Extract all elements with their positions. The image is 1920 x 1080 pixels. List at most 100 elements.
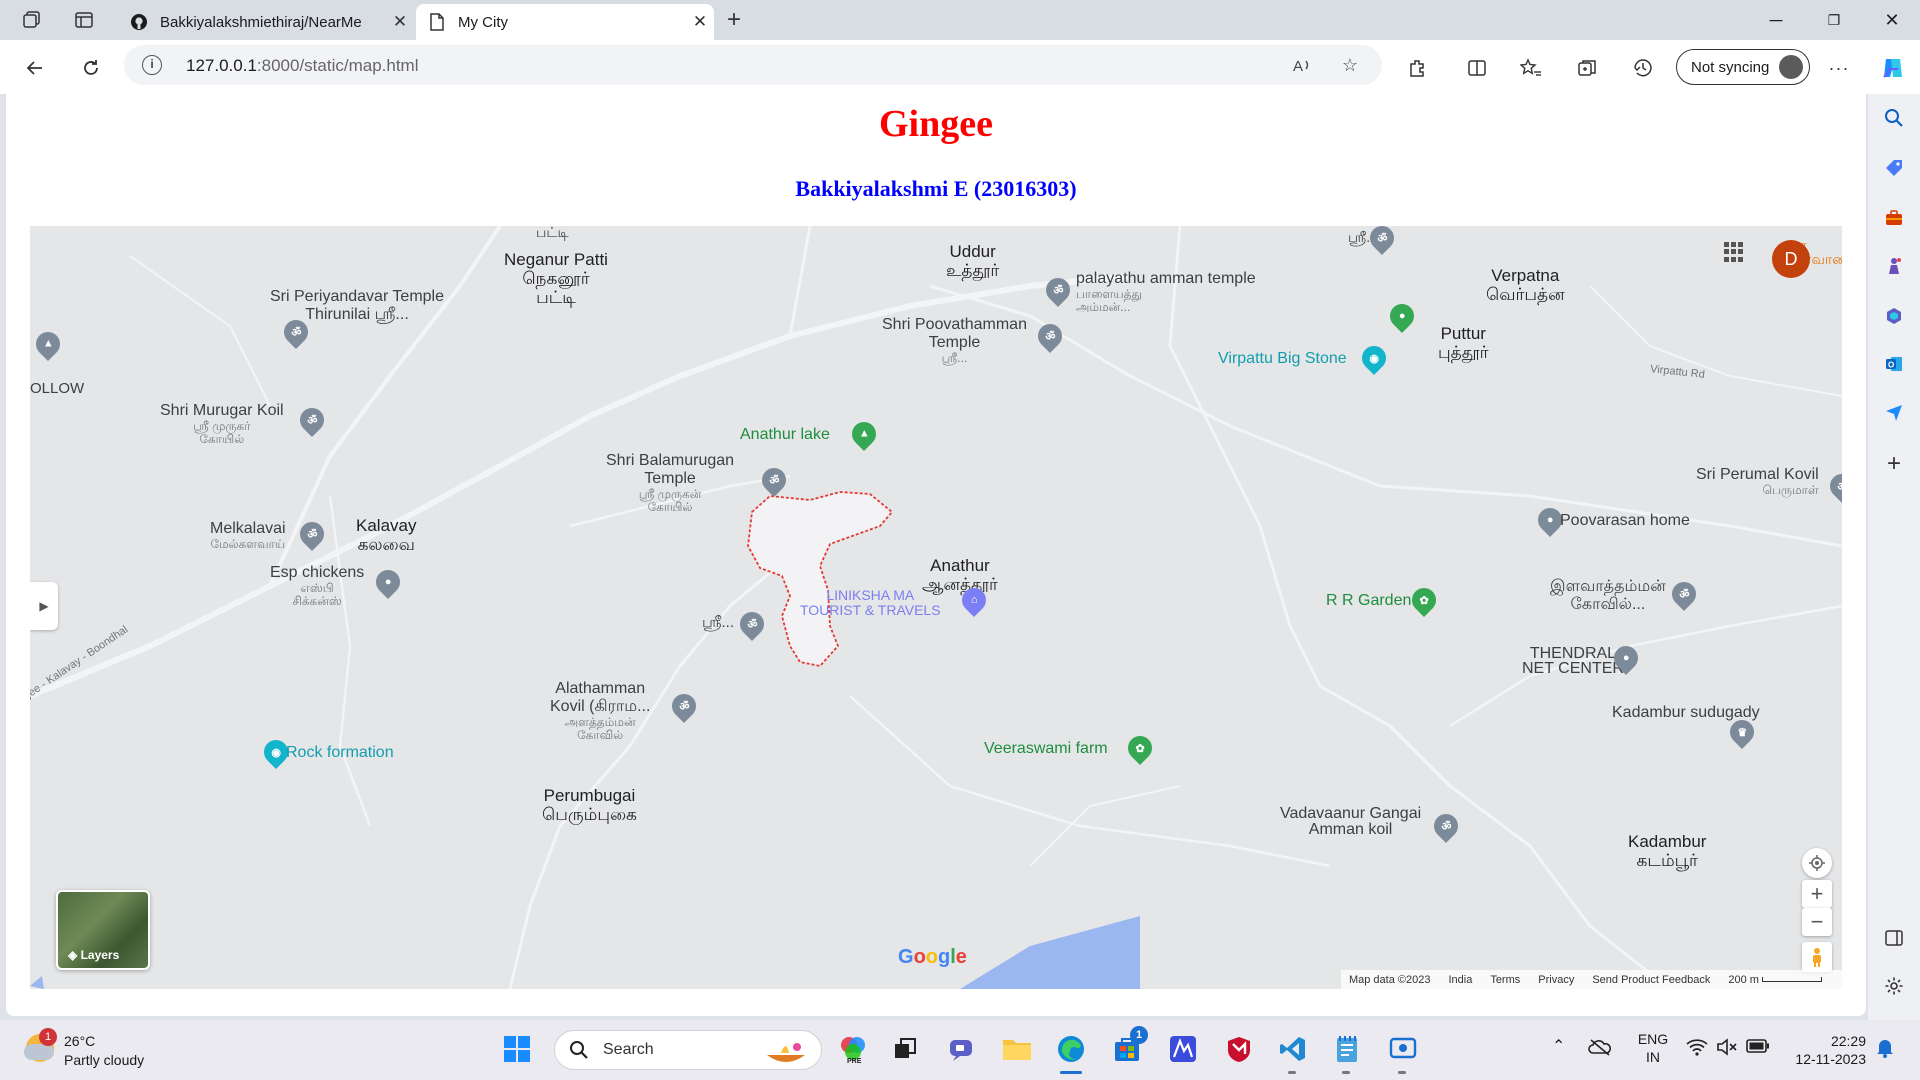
back-icon[interactable] xyxy=(20,53,50,83)
poi-label[interactable]: Veeraswami farm xyxy=(984,740,1108,758)
poi-label[interactable]: Shri Murugar Koil ஸ்ரீ முருகர் கோயில் xyxy=(160,402,284,446)
search-icon[interactable] xyxy=(1882,106,1906,130)
poi-label[interactable]: palayathu amman temple பாளையத்து அம்மன்.… xyxy=(1076,270,1256,314)
browser-essentials-icon[interactable] xyxy=(1628,53,1658,83)
poi-label[interactable]: Sri Perumal Kovil பெருமாள் xyxy=(1696,466,1819,497)
microsoft-store-icon[interactable]: 1 xyxy=(1110,1026,1148,1066)
battery-icon[interactable] xyxy=(1746,1039,1770,1056)
read-aloud-icon[interactable]: A xyxy=(1290,53,1314,77)
games-icon[interactable] xyxy=(1882,254,1906,278)
poi-label[interactable]: இளவாத்தம்மன் கோவில்... xyxy=(1550,578,1666,614)
shopping-tag-icon[interactable] xyxy=(1882,156,1906,180)
poi-label[interactable]: Rock formation xyxy=(286,744,394,762)
scale-bar[interactable]: 200 m xyxy=(1728,974,1822,986)
volume-muted-icon[interactable] xyxy=(1716,1038,1738,1059)
workspaces-icon[interactable] xyxy=(20,8,44,32)
poi-label[interactable]: Virpattu Big Stone xyxy=(1218,350,1347,368)
onedrive-offline-icon[interactable] xyxy=(1588,1038,1612,1059)
new-tab-icon[interactable]: + xyxy=(722,6,746,33)
google-apps-icon[interactable] xyxy=(1724,242,1744,262)
poi-label[interactable]: Anathur lake xyxy=(740,426,830,444)
sync-button[interactable]: Not syncing xyxy=(1676,49,1810,85)
copilot-pre-icon[interactable]: PRE xyxy=(836,1032,870,1066)
account-avatar[interactable]: D xyxy=(1772,240,1810,278)
close-icon[interactable]: ✕ xyxy=(686,12,714,32)
split-screen-icon[interactable] xyxy=(1462,53,1492,83)
poi-label[interactable]: Alathamman Kovil (கிராம... அளத்தம்மன் கோ… xyxy=(550,680,650,742)
search-icon xyxy=(570,1041,588,1059)
favorite-star-icon[interactable]: ☆ xyxy=(1338,53,1362,77)
url-text[interactable]: 127.0.0.1:8000/static/map.html xyxy=(186,56,418,76)
weather-widget[interactable]: 1 26°C Partly cloudy xyxy=(22,1028,182,1072)
language-indicator[interactable]: ENG IN xyxy=(1636,1030,1670,1066)
restore-icon[interactable]: ❐ xyxy=(1814,6,1854,34)
attribution-region[interactable]: India xyxy=(1448,974,1472,986)
mcafee-icon[interactable] xyxy=(1222,1032,1256,1066)
collapse-panel-button[interactable]: ▶ xyxy=(30,582,58,630)
notepad-icon[interactable] xyxy=(1330,1032,1364,1074)
info-icon[interactable]: i xyxy=(142,55,162,75)
weather-cloud-icon xyxy=(24,1044,54,1060)
tab-github[interactable]: Bakkiyalakshmiethiraj/NearMe ✕ xyxy=(118,4,414,40)
poi-label[interactable]: LINIKSHA MA TOURIST & TRAVELS xyxy=(800,588,941,618)
hide-sidebar-icon[interactable] xyxy=(1882,926,1906,950)
poi-label[interactable]: R R Garden xyxy=(1326,592,1411,610)
poi-label[interactable]: Vadavaanur Gangai Amman koil xyxy=(1280,806,1421,838)
wifi-icon[interactable] xyxy=(1686,1038,1708,1059)
tab-my-city[interactable]: My City ✕ xyxy=(416,4,714,40)
poi-name: Amman koil xyxy=(1308,821,1393,838)
add-icon[interactable]: + xyxy=(1882,450,1906,477)
extensions-icon[interactable] xyxy=(1402,53,1432,83)
attribution-terms-link[interactable]: Terms xyxy=(1490,974,1520,986)
place-name: Anathur xyxy=(930,556,990,575)
active-indicator xyxy=(1060,1071,1082,1074)
poi-name: Sri Periyandavar Temple xyxy=(270,288,445,305)
google-map[interactable]: பட்டி Neganur Patti நெகனூர் பட்டி Uddur … xyxy=(30,226,1842,989)
microsoft-365-icon[interactable] xyxy=(1882,304,1906,328)
poi-name: Sri Perumal Kovil xyxy=(1696,466,1819,483)
poi-label[interactable]: Melkalavai மேல்களவாய் xyxy=(210,520,286,551)
file-explorer-icon[interactable] xyxy=(1000,1032,1034,1066)
vscode-icon[interactable] xyxy=(1276,1032,1310,1074)
attribution-privacy-link[interactable]: Privacy xyxy=(1538,974,1574,986)
zoom-out-button[interactable]: − xyxy=(1802,908,1832,936)
start-windows-icon[interactable] xyxy=(500,1032,534,1066)
notification-bell-icon[interactable] xyxy=(1876,1038,1894,1061)
place-name-tamil: கடம்பூர் xyxy=(1636,851,1698,870)
copilot-icon[interactable] xyxy=(1878,53,1908,83)
system-clock[interactable]: 22:29 12-11-2023 xyxy=(1786,1032,1866,1068)
url-path: :8000/static/map.html xyxy=(256,56,419,75)
attribution-feedback-link[interactable]: Send Product Feedback xyxy=(1592,974,1710,986)
more-menu-icon[interactable]: ··· xyxy=(1824,53,1854,83)
layers-button[interactable]: ◈ Layers xyxy=(56,890,150,970)
poi-label[interactable]: Poovarasan home xyxy=(1560,512,1690,530)
place-name-tamil: பெரும்புகை xyxy=(542,805,637,824)
window-close-icon[interactable]: ✕ xyxy=(1872,6,1912,34)
edge-browser-icon[interactable] xyxy=(1054,1032,1088,1074)
favorites-icon[interactable] xyxy=(1516,53,1546,83)
settings-gear-icon[interactable] xyxy=(1882,974,1906,998)
minimize-icon[interactable]: ─ xyxy=(1756,6,1796,34)
tab-actions-icon[interactable] xyxy=(72,8,96,32)
poi-label[interactable]: THENDRAL NET CENTER xyxy=(1522,646,1624,677)
screen-recorder-icon[interactable] xyxy=(1386,1032,1420,1074)
send-icon[interactable] xyxy=(1882,400,1906,424)
page-viewport: Gingee Bakkiyalakshmi E (23016303) பட்டி… xyxy=(6,94,1866,1016)
poi-label[interactable]: Shri Poovathamman Temple ஸ்ரீ... xyxy=(882,316,1027,365)
poi-label[interactable]: Shri Balamurugan Temple ஸ்ரீ முருகன் கோய… xyxy=(606,452,734,514)
street-view-pegman-icon[interactable] xyxy=(1802,942,1832,972)
my-location-button[interactable] xyxy=(1802,848,1832,878)
collections-icon[interactable] xyxy=(1572,53,1602,83)
task-view-icon[interactable] xyxy=(888,1032,922,1066)
taskbar-search[interactable]: Search xyxy=(554,1030,822,1070)
address-bar[interactable]: i 127.0.0.1:8000/static/map.html A ☆ xyxy=(124,45,1382,85)
refresh-icon[interactable] xyxy=(76,53,106,83)
teams-chat-icon[interactable] xyxy=(944,1032,978,1066)
outlook-icon[interactable]: O xyxy=(1882,352,1906,376)
show-hidden-icons-chevron-icon[interactable]: ⌃ xyxy=(1552,1036,1565,1056)
math-app-icon[interactable] xyxy=(1166,1032,1200,1066)
tools-briefcase-icon[interactable] xyxy=(1882,206,1906,230)
poi-label[interactable]: Esp chickens எஸ்பி சிக்கன்ஸ் xyxy=(270,564,364,608)
zoom-in-button[interactable]: + xyxy=(1802,880,1832,908)
close-icon[interactable]: ✕ xyxy=(386,12,414,32)
